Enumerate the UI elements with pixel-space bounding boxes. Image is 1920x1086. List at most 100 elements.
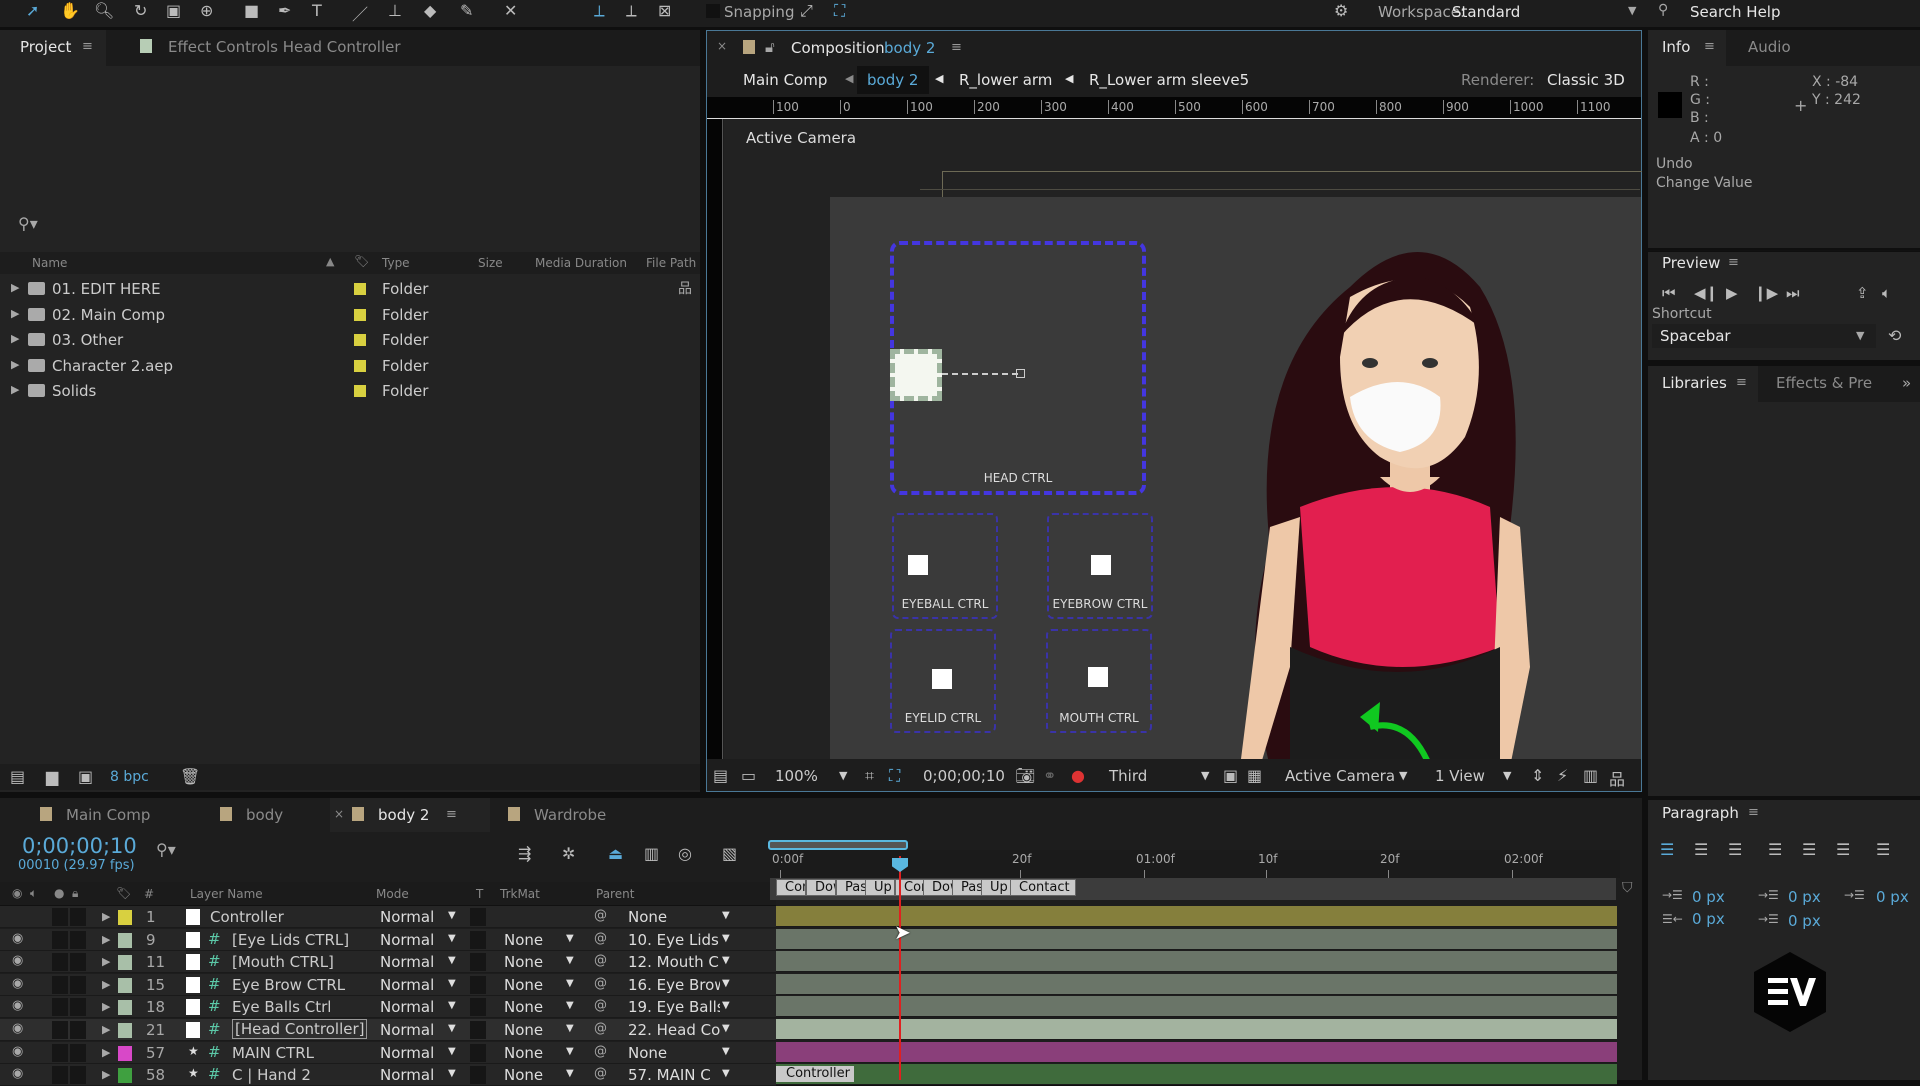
eye-visibility-icon[interactable]: ◉ [12,1066,23,1081]
layer-label-color[interactable] [118,1068,132,1084]
layer-name[interactable]: Eye Balls Ctrl [232,998,331,1016]
expand-arrow-icon[interactable]: ▶ [11,383,19,396]
parent-dropdown[interactable]: 22. Head Co [628,1021,720,1039]
mode-dropdown[interactable]: Normal [380,1021,434,1039]
panel-menu-icon[interactable]: ≡ [1704,39,1715,54]
eye-visibility-icon[interactable]: ◉ [12,1021,23,1036]
lock-box[interactable] [70,1021,86,1039]
lock-box[interactable] [70,1066,86,1085]
justify-all-icon[interactable]: ☰ [1876,840,1890,859]
expand-arrow-icon[interactable]: ▶ [102,933,110,946]
trkmat-dropdown[interactable]: None [504,1021,543,1039]
indent-right-value[interactable]: 0 px [1692,910,1725,928]
layer-name[interactable]: Controller [210,908,284,926]
new-comp-icon[interactable]: ▣ [78,767,93,786]
label-color-swatch[interactable] [354,283,366,295]
layer-label-color[interactable] [118,1045,132,1061]
label-color-swatch[interactable] [354,308,366,321]
chevron-down-icon[interactable]: ▼ [448,1023,456,1034]
col-size[interactable]: Size [478,256,503,270]
timeline-timecode[interactable]: 0;00;00;10 [22,834,137,858]
space-before-value[interactable]: 0 px [1788,888,1821,906]
layer-duration-bar[interactable] [776,996,1617,1018]
motion-blur-icon[interactable]: ◎ [678,844,692,863]
expand-arrow-icon[interactable]: ▶ [11,307,19,320]
layer-name[interactable]: [Head Controller] [232,1019,368,1039]
chevron-down-icon[interactable]: ▼ [1399,769,1407,782]
pick-whip-icon[interactable]: @ [594,1021,607,1036]
chevron-down-icon[interactable]: ▼ [566,955,574,966]
layer-marker[interactable]: Pass P [836,879,866,896]
trash-icon[interactable]: 🗑︎ [180,767,200,786]
shortcut-dropdown[interactable]: Spacebar ▼ [1652,324,1876,348]
mode-dropdown[interactable]: Normal [380,1066,434,1084]
chevron-down-icon[interactable]: ▼ [448,933,456,944]
expand-arrow-icon[interactable]: ▶ [102,955,110,968]
solo-box[interactable] [52,953,68,972]
layer-label-color[interactable] [118,977,132,993]
layer-name[interactable]: [Mouth CTRL] [232,953,334,971]
lock-box[interactable] [70,1043,86,1062]
mode-dropdown[interactable]: Normal [380,1044,434,1062]
parent-dropdown[interactable]: None [628,908,720,926]
world-axis-icon[interactable]: ⟂ [626,1,637,21]
snap-grid-icon[interactable]: ⛶ [834,1,845,21]
parent-dropdown[interactable]: None [628,1044,720,1062]
solo-box[interactable] [52,1043,68,1062]
lock-box[interactable] [70,998,86,1017]
character-illustration[interactable] [1230,227,1530,759]
solo-box[interactable] [52,998,68,1017]
tab-effect-controls[interactable]: Effect Controls Head Controller [168,38,401,56]
eyebrow-ctrl-box[interactable]: EYEBROW CTRL [1047,513,1153,619]
head-ctrl-box[interactable]: HEAD CTRL [890,241,1146,495]
solo-box[interactable] [52,1066,68,1085]
timeline-tab[interactable]: body [246,806,283,824]
snapshot-icon[interactable]: 📷︎ [1015,766,1035,785]
pick-whip-icon[interactable]: @ [594,1066,607,1081]
rectangle-tool-icon[interactable]: ■ [244,1,259,20]
col-name[interactable]: Name [32,256,67,270]
expand-arrow-icon[interactable]: ▶ [102,910,110,923]
align-left-icon[interactable]: ☰ [1660,840,1674,859]
mode-dropdown[interactable]: Normal [380,976,434,994]
layer-row[interactable]: ◉ ▶ 11 # [Mouth CTRL] Normal ▼ None ▼ @ 1… [0,951,776,974]
eyeball-ctrl-box[interactable]: EYEBALL CTRL [892,513,998,619]
layer-label-color[interactable] [118,932,132,948]
layer-name[interactable]: Eye Brow CTRL [232,976,345,994]
zoom-dropdown[interactable]: 100% [775,767,818,785]
panel-menu-icon[interactable]: ≡ [446,807,457,822]
project-item[interactable]: ▶ 01. EDIT HERE Folder [0,277,700,302]
close-tab-icon[interactable]: × [717,39,727,53]
comp-marker-icon[interactable]: ⛉ [1622,880,1633,896]
layer-label-color[interactable] [118,955,132,971]
monitor-icon[interactable]: ▭ [741,766,756,785]
breadcrumb-body-2[interactable]: body 2 [867,71,918,89]
preserve-transparency-box[interactable] [470,953,486,972]
chevron-down-icon[interactable]: ▼ [448,1046,456,1057]
tab-libraries[interactable]: Libraries [1662,374,1727,392]
breadcrumb-r-lower-arm[interactable]: R_lower arm [959,71,1052,89]
graph-editor-icon[interactable]: ▧ [722,844,737,863]
pick-whip-icon[interactable]: @ [594,931,607,946]
justify-last-right-icon[interactable]: ☰ [1836,840,1850,859]
expand-arrow-icon[interactable]: ▶ [102,1046,110,1059]
chevron-down-icon[interactable]: ▼ [722,1068,730,1079]
eraser-tool-icon[interactable]: ◆ [424,1,436,20]
col-file-path[interactable]: File Path [646,256,696,270]
new-folder-icon[interactable]: ▆ [46,767,58,786]
panel-menu-icon[interactable]: ≡ [951,40,962,55]
layer-marker[interactable]: Conta [776,879,806,896]
last-frame-icon[interactable]: ⏭ [1786,284,1800,302]
chevron-down-icon[interactable]: ▼ [722,1023,730,1034]
col-type[interactable]: Type [382,256,410,270]
col-media-duration[interactable]: Media Duration [535,256,627,270]
timeline-tab[interactable]: Main Comp [66,806,150,824]
head-controller-handle[interactable] [890,349,942,401]
chevron-down-icon[interactable]: ▼ [722,955,730,966]
solo-box[interactable] [52,908,68,926]
layer-row[interactable]: ▶ 1 Controller Normal ▼ @ None ▼ [0,906,776,928]
trkmat-dropdown[interactable]: None [504,1066,543,1084]
pen-tool-icon[interactable]: ✒ [278,1,291,20]
type-tool-icon[interactable]: T [312,1,322,20]
comp-tab-name[interactable]: body 2 [884,39,935,57]
